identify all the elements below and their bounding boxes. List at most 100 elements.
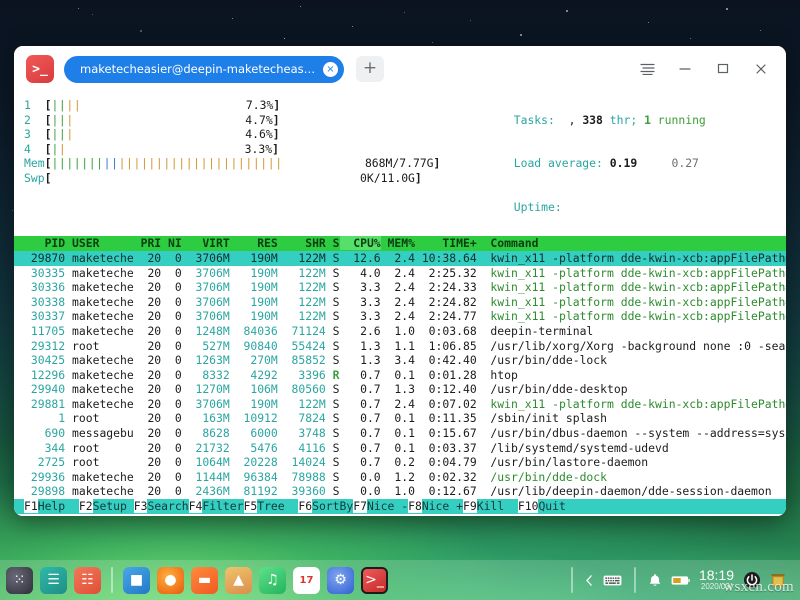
trash-icon[interactable] bbox=[770, 572, 786, 588]
terminal-tab-label: maketecheasier@deepin-maketecheasier: ~ bbox=[80, 62, 316, 76]
window-controls bbox=[628, 53, 780, 85]
process-row[interactable]: 12296 maketeche 20 0 8332 4292 3396 R 0.… bbox=[14, 368, 786, 383]
star bbox=[726, 8, 728, 10]
desktop: >_ maketecheasier@deepin-maketecheasier:… bbox=[0, 0, 800, 600]
fn-key-f9[interactable]: Kill bbox=[477, 499, 518, 513]
star bbox=[92, 14, 93, 15]
chevron-left-icon[interactable] bbox=[585, 574, 594, 587]
process-row[interactable]: 29936 maketeche 20 0 1144M 96384 78988 S… bbox=[14, 470, 786, 485]
process-row[interactable]: 29312 root 20 0 527M 90840 55424 S 1.3 1… bbox=[14, 339, 786, 354]
star bbox=[404, 12, 405, 13]
process-row[interactable]: 29940 maketeche 20 0 1270M 106M 80560 S … bbox=[14, 382, 786, 397]
fn-key-f10[interactable]: Quit bbox=[538, 499, 565, 513]
process-row[interactable]: 1 root 20 0 163M 10912 7824 S 0.7 0.1 0:… bbox=[14, 411, 786, 426]
keyboard-icon[interactable] bbox=[603, 574, 622, 587]
dock-icon-file-manager[interactable]: ■ bbox=[123, 567, 150, 594]
star bbox=[766, 88, 768, 90]
cpu-meter-2: 2 [||| 4.7%] bbox=[14, 113, 415, 128]
star bbox=[566, 10, 568, 12]
clock-time: 18:19 bbox=[699, 568, 734, 583]
htop-function-key-bar: F1Help F2Setup F3SearchF4FilterF5Tree F6… bbox=[14, 499, 786, 514]
tab-strip: maketecheasier@deepin-maketecheasier: ~ … bbox=[64, 56, 628, 83]
star bbox=[648, 22, 649, 23]
tray-divider-2 bbox=[634, 567, 636, 593]
terminal-icon: >_ bbox=[26, 55, 54, 83]
bell-icon[interactable] bbox=[648, 573, 662, 588]
star bbox=[352, 26, 353, 27]
process-row[interactable]: 2725 root 20 0 1064M 20228 14024 S 0.7 0… bbox=[14, 455, 786, 470]
dock-icon-launcher[interactable]: ⁙ bbox=[6, 567, 33, 594]
process-row[interactable]: 11705 maketeche 20 0 1248M 84036 71124 S… bbox=[14, 324, 786, 339]
terminal-window: >_ maketecheasier@deepin-maketecheasier:… bbox=[14, 46, 786, 516]
star bbox=[520, 34, 522, 36]
star bbox=[12, 210, 13, 211]
fn-key-f6[interactable]: SortBy bbox=[312, 499, 353, 513]
tray-divider bbox=[571, 567, 573, 593]
dock-icon-settings[interactable]: ⚙ bbox=[327, 567, 354, 594]
dock-icon-calendar[interactable]: 17 bbox=[293, 567, 320, 594]
memory-meter: Mem[||||||||||||||||||||||||||||||| 868M… bbox=[14, 156, 415, 171]
process-row[interactable]: 30336 maketeche 20 0 3706M 190M 122M S 3… bbox=[14, 280, 786, 295]
system-tray: 18:19 2020/03/ bbox=[568, 567, 794, 593]
fn-key-f4[interactable]: Filter bbox=[202, 499, 243, 513]
fn-key-f5[interactable]: Tree bbox=[257, 499, 298, 513]
battery-icon[interactable] bbox=[671, 574, 690, 587]
process-row[interactable]: 30425 maketeche 20 0 1263M 270M 85852 S … bbox=[14, 353, 786, 368]
process-row[interactable]: 30337 maketeche 20 0 3706M 190M 122M S 3… bbox=[14, 309, 786, 324]
star bbox=[44, 168, 46, 170]
fn-key-f8[interactable]: Nice + bbox=[422, 499, 463, 513]
hamburger-menu-icon[interactable] bbox=[628, 53, 666, 85]
dock-icon-music-player[interactable]: ♫ bbox=[259, 567, 286, 594]
htop-terminal-content[interactable]: 1 [|||| 7.3%]2 [||| 4.7%]3 [||| 4.6%]4 [… bbox=[14, 92, 786, 516]
dock-divider bbox=[111, 567, 113, 593]
load-average-line: Load average: 0.19 0.27 bbox=[421, 142, 786, 186]
minimize-icon[interactable] bbox=[666, 53, 704, 85]
fn-key-f1[interactable]: Help bbox=[38, 499, 79, 513]
fn-key-f2[interactable]: Setup bbox=[93, 499, 134, 513]
star bbox=[232, 18, 233, 19]
process-table-header[interactable]: PID USER PRI NI VIRT RES SHR S CPU% MEM%… bbox=[14, 236, 786, 251]
dock-icon-image-viewer[interactable]: ▲ bbox=[225, 567, 252, 594]
star bbox=[196, 52, 197, 53]
process-table-body: 29870 maketeche 20 0 3706M 190M 122M S 1… bbox=[14, 251, 786, 499]
star bbox=[78, 8, 79, 9]
htop-meters-left: 1 [|||| 7.3%]2 [||| 4.7%]3 [||| 4.6%]4 [… bbox=[14, 98, 415, 229]
cpu-meter-4: 4 [|| 3.3%] bbox=[14, 142, 415, 157]
star bbox=[284, 38, 285, 39]
dock-icon-deepin-store[interactable]: ▬ bbox=[191, 567, 218, 594]
star bbox=[760, 30, 761, 31]
fn-key-f7[interactable]: Nice - bbox=[367, 499, 408, 513]
maximize-icon[interactable] bbox=[704, 53, 742, 85]
dock-icon-terminal[interactable]: >_ bbox=[361, 567, 388, 594]
window-titlebar: >_ maketecheasier@deepin-maketecheasier:… bbox=[14, 46, 786, 92]
star bbox=[300, 6, 301, 7]
fn-key-f3[interactable]: Search bbox=[147, 499, 188, 513]
star bbox=[604, 46, 606, 48]
star bbox=[470, 20, 471, 21]
power-icon[interactable] bbox=[743, 571, 761, 589]
close-icon[interactable] bbox=[742, 53, 780, 85]
htop-meters: 1 [|||| 7.3%]2 [||| 4.7%]3 [||| 4.6%]4 [… bbox=[14, 98, 786, 229]
star bbox=[140, 30, 142, 32]
process-row[interactable]: 344 root 20 0 21732 5476 4116 S 0.7 0.1 … bbox=[14, 441, 786, 456]
process-row[interactable]: 30335 maketeche 20 0 3706M 190M 122M S 4… bbox=[14, 266, 786, 281]
tasks-line: Tasks: , 338 thr; 1 running bbox=[421, 98, 786, 142]
process-row[interactable]: 29898 maketeche 20 0 2436M 81192 39360 S… bbox=[14, 484, 786, 499]
terminal-tab[interactable]: maketecheasier@deepin-maketecheasier: ~ … bbox=[64, 56, 344, 83]
star bbox=[432, 42, 433, 43]
process-row[interactable]: 690 messagebu 20 0 8628 6000 3748 S 0.7 … bbox=[14, 426, 786, 441]
new-tab-button[interactable]: + bbox=[356, 56, 384, 82]
dock-icon-control-center[interactable]: ☷ bbox=[74, 567, 101, 594]
star bbox=[30, 120, 31, 121]
process-row[interactable]: 30338 maketeche 20 0 3706M 190M 122M S 3… bbox=[14, 295, 786, 310]
process-row-selected[interactable]: 29870 maketeche 20 0 3706M 190M 122M S 1… bbox=[14, 251, 786, 266]
dock-icon-app-store[interactable]: ☰ bbox=[40, 567, 67, 594]
dock-icon-firefox[interactable]: ● bbox=[157, 567, 184, 594]
dock-app-list: ⁙ ☰ ☷ ■ ● ▬ ▲ ♫ 17 ⚙ >_ bbox=[6, 567, 388, 594]
process-row[interactable]: 29881 maketeche 20 0 3706M 190M 122M S 0… bbox=[14, 397, 786, 412]
star bbox=[690, 38, 691, 39]
taskbar-dock: ⁙ ☰ ☷ ■ ● ▬ ▲ ♫ 17 ⚙ >_ 18:19 2020/03/ bbox=[0, 560, 800, 600]
close-icon[interactable]: × bbox=[323, 62, 338, 77]
clock[interactable]: 18:19 2020/03/ bbox=[699, 568, 734, 591]
star bbox=[640, 96, 641, 97]
